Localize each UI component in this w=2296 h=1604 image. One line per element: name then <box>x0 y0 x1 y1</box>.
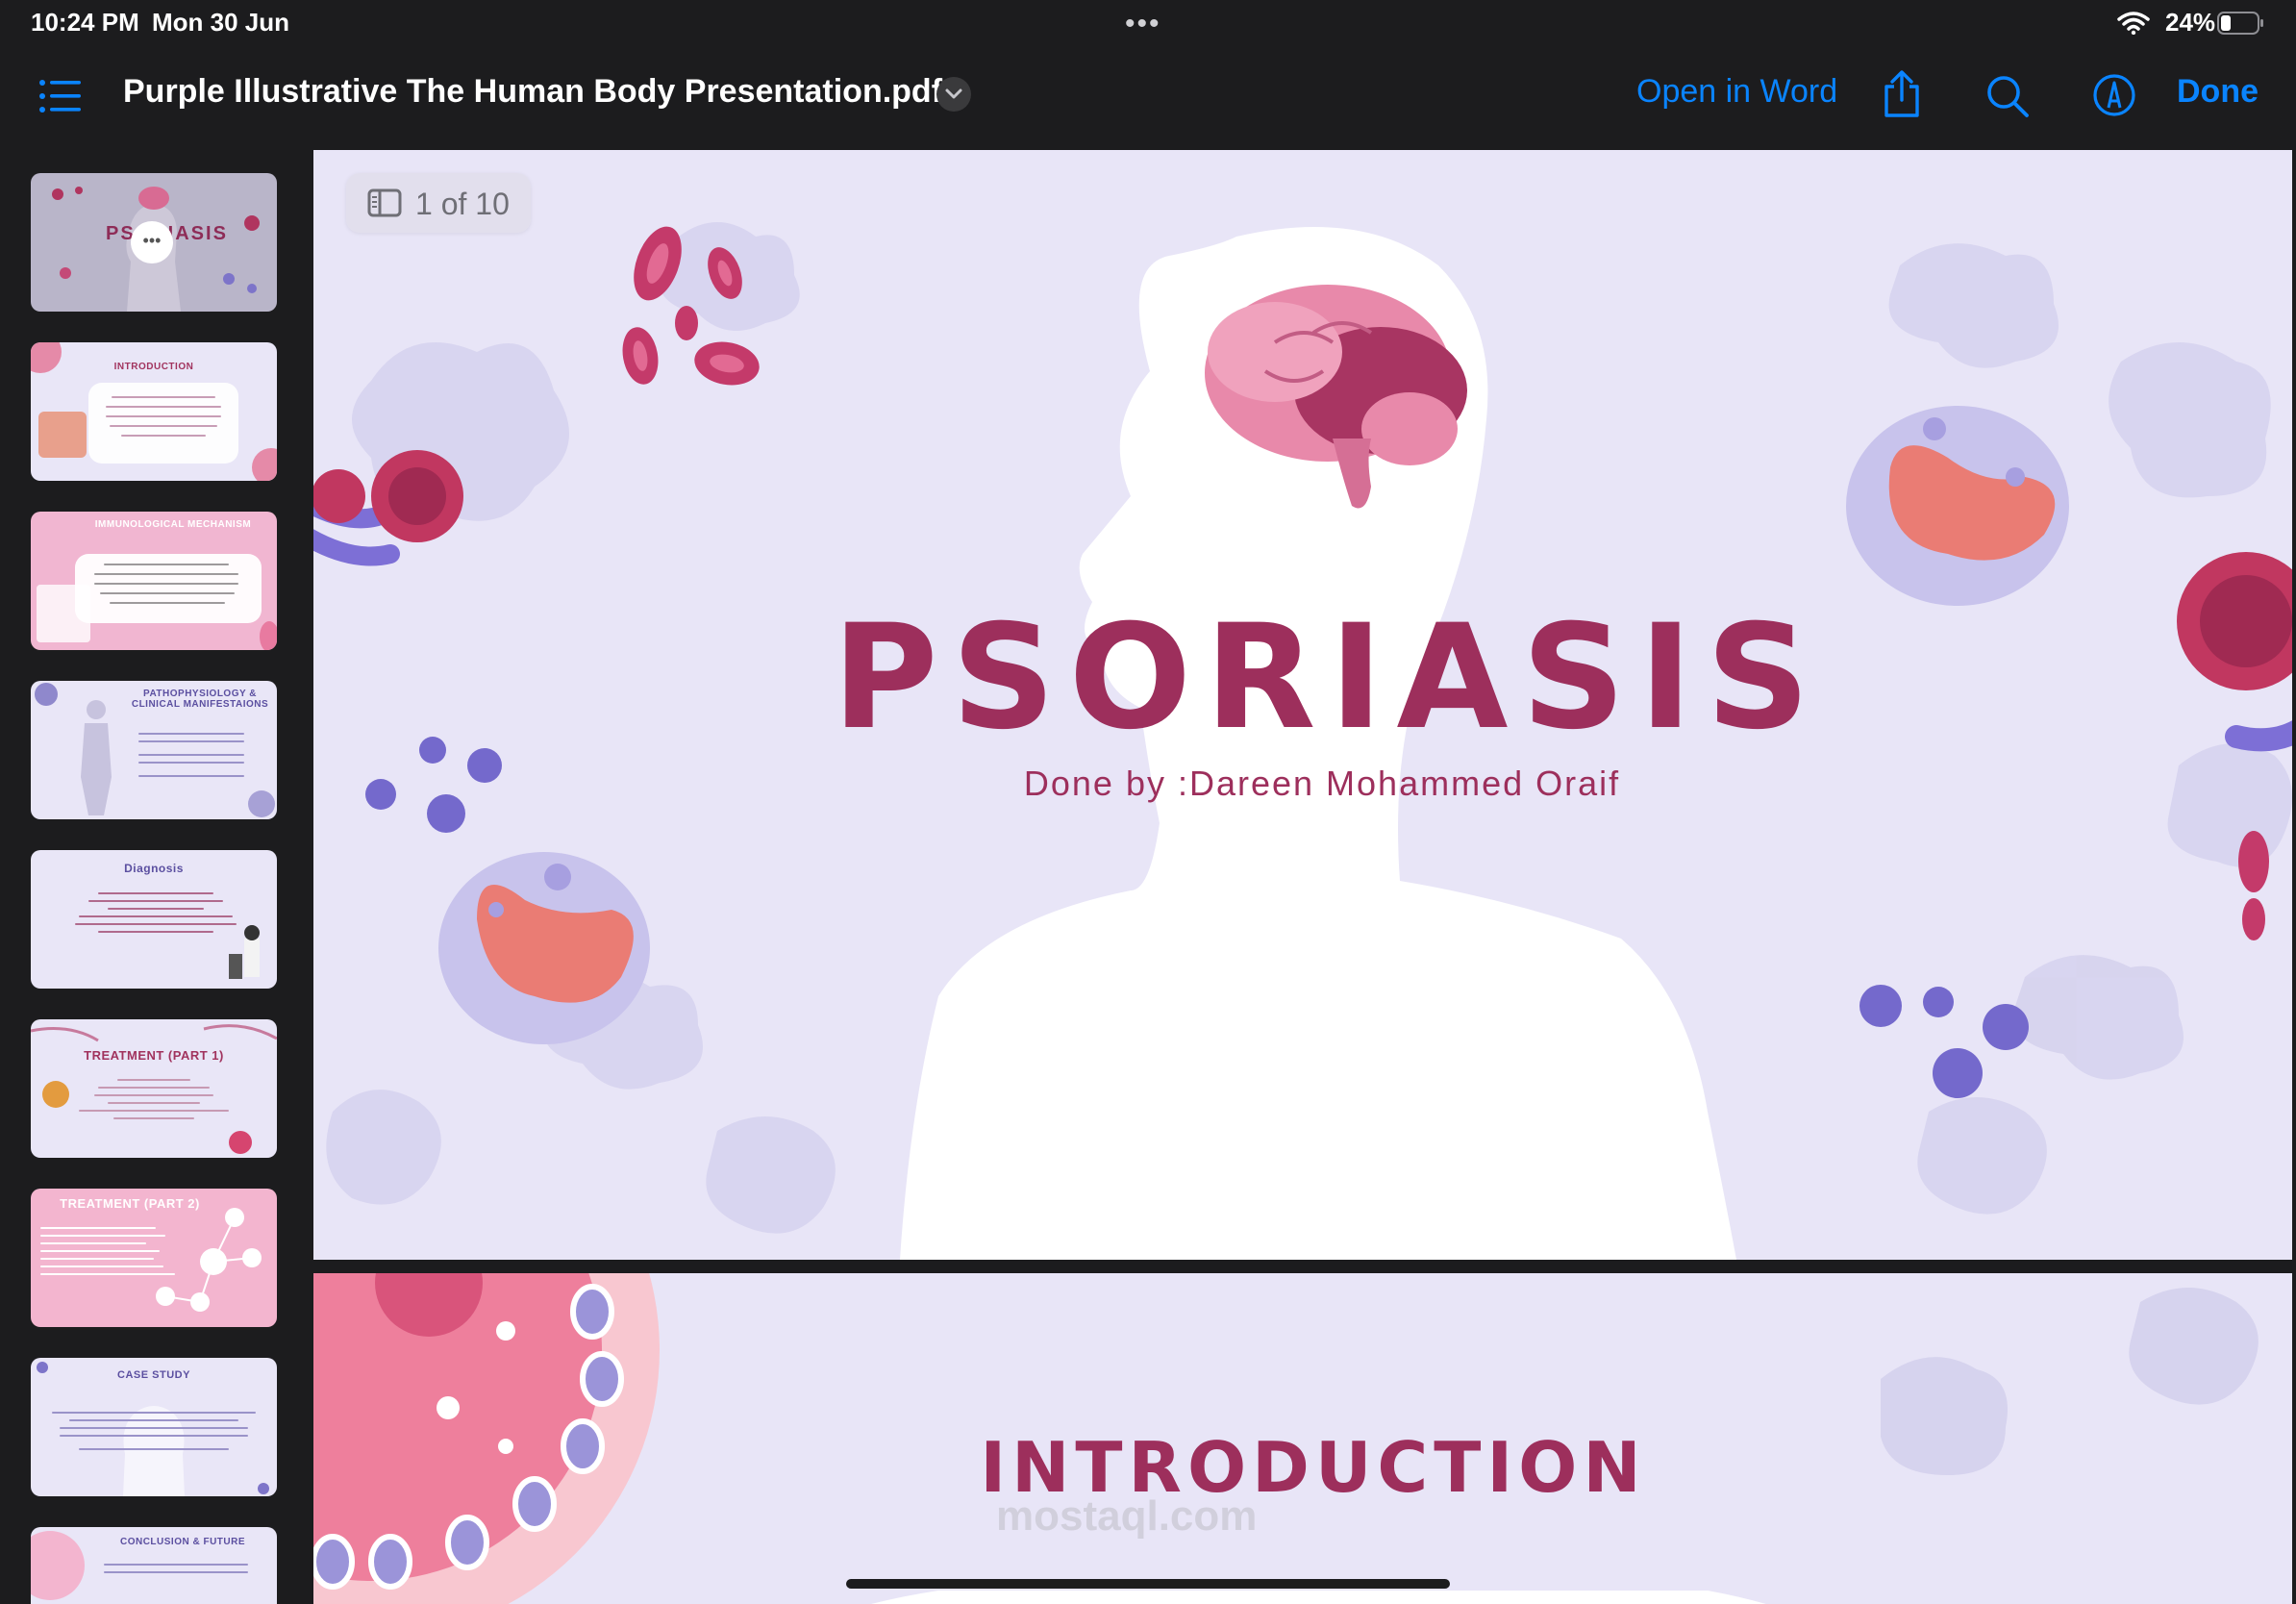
share-icon[interactable] <box>1881 69 1923 119</box>
thumbnail-sidebar[interactable]: PSORIASIS ••• INTRODUCTION IMMUNOLOGICAL… <box>0 144 310 1604</box>
sidebar-toggle-icon <box>367 188 402 217</box>
watermark: mostaql.com <box>996 1492 1258 1540</box>
status-bar: 10:24 PM Mon 30 Jun ••• 24% <box>0 0 2296 44</box>
thumbnail-page-5[interactable]: Diagnosis <box>31 850 277 989</box>
toolbar: Purple Illustrative The Human Body Prese… <box>0 52 2296 144</box>
thumbnail-5-artwork <box>229 925 260 979</box>
pdf-page-1[interactable]: 1 of 10 PSORIASIS Done by :Dareen Mohamm… <box>313 150 2292 1260</box>
thumbnail-3-artwork <box>37 585 277 650</box>
document-title[interactable]: Purple Illustrative The Human Body Prese… <box>123 73 942 111</box>
page-indicator-text: 1 of 10 <box>415 187 510 221</box>
thumbnail-title: PATHOPHYSIOLOGY & CLINICAL MANIFESTAIONS <box>131 689 269 710</box>
chevron-down-icon <box>945 88 962 99</box>
thumbnail-title: INTRODUCTION <box>113 362 194 372</box>
multitasking-dots[interactable]: ••• <box>1125 8 1161 40</box>
battery-icon <box>2217 12 2263 35</box>
thumbnail-7-artwork <box>156 1208 262 1312</box>
page-indicator[interactable]: 1 of 10 <box>346 173 531 233</box>
thumbnail-title: CONCLUSION & FUTURE <box>119 1537 246 1547</box>
list-icon[interactable] <box>38 77 83 115</box>
slide-title: PSORIASIS <box>832 594 1824 762</box>
status-time: 10:24 PM <box>31 8 139 37</box>
more-options-icon[interactable]: ••• <box>131 221 173 263</box>
search-icon[interactable] <box>1984 73 2031 119</box>
slide-subtitle: Done by :Dareen Mohammed Oraif <box>1023 764 1621 803</box>
thumbnail-page-8[interactable]: CASE STUDY <box>31 1358 277 1496</box>
thumbnail-page-7[interactable]: TREATMENT (PART 2) <box>31 1189 277 1327</box>
thumbnail-page-2[interactable]: INTRODUCTION <box>31 342 277 481</box>
pdf-viewer[interactable]: 1 of 10 PSORIASIS Done by :Dareen Mohamm… <box>313 150 2296 1604</box>
home-indicator[interactable] <box>846 1579 1450 1589</box>
wifi-icon <box>2117 12 2150 35</box>
thumbnail-page-4[interactable]: PATHOPHYSIOLOGY & CLINICAL MANIFESTAIONS <box>31 681 277 819</box>
thumbnail-page-6[interactable]: TREATMENT (PART 1) <box>31 1019 277 1158</box>
thumbnail-page-9[interactable]: CONCLUSION & FUTURE <box>31 1527 277 1604</box>
thumbnail-page-1[interactable]: PSORIASIS ••• <box>31 173 277 312</box>
thumbnail-title: CASE STUDY <box>117 1369 190 1381</box>
thumbnail-title: TREATMENT (PART 1) <box>84 1048 224 1063</box>
thumbnail-6-artwork <box>31 1024 277 1154</box>
done-button[interactable]: Done <box>2177 73 2259 111</box>
open-in-word-button[interactable]: Open in Word <box>1636 73 1837 111</box>
title-menu-button[interactable] <box>936 77 971 112</box>
slide-2-title: INTRODUCTION <box>980 1427 1647 1508</box>
battery-percentage: 24% <box>2165 8 2216 37</box>
markup-icon[interactable] <box>2092 73 2136 117</box>
status-date: Mon 30 Jun <box>152 8 290 37</box>
pdf-page-2[interactable]: INTRODUCTION mostaql.com <box>313 1273 2292 1604</box>
thumbnail-page-3[interactable]: IMMUNOLOGICAL MECHANISM <box>31 512 277 650</box>
